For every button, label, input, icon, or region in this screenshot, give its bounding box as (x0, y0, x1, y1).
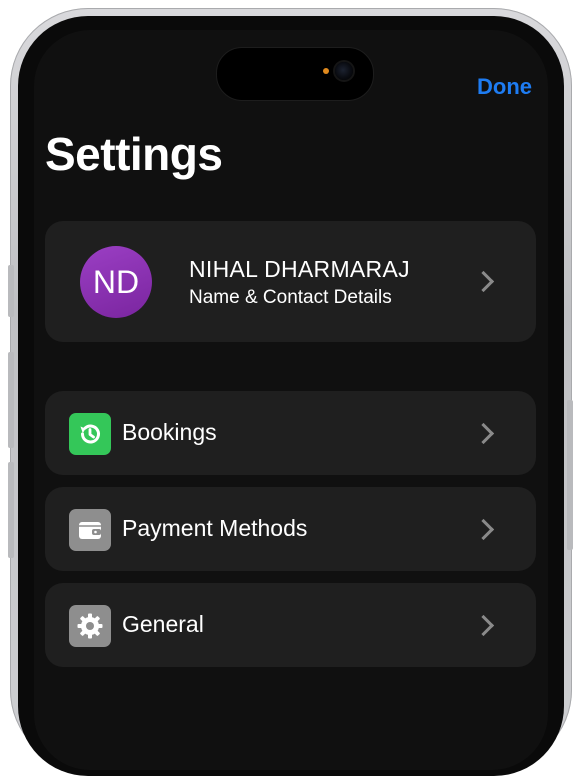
volume-up-button (8, 352, 14, 448)
privacy-indicator-dot (323, 68, 329, 74)
profile-name: NIHAL DHARMARAJ (189, 256, 410, 282)
menu-item-label: General (122, 611, 204, 637)
avatar: ND (80, 246, 152, 318)
chevron-right-icon (472, 518, 495, 541)
menu-item-label: Payment Methods (122, 515, 308, 541)
gear-icon (69, 605, 111, 647)
screen: Done Settings ND NIHAL DHARMARAJ Name & … (34, 30, 548, 770)
dynamic-island (216, 47, 374, 101)
profile-card[interactable]: ND NIHAL DHARMARAJ Name & Contact Detail… (45, 221, 536, 342)
chevron-right-icon (472, 614, 495, 637)
menu-item-payment-methods[interactable]: Payment Methods (45, 487, 536, 571)
page-title: Settings (45, 128, 223, 180)
volume-down-button (8, 462, 14, 558)
action-button (8, 265, 14, 317)
menu-item-bookings[interactable]: Bookings (45, 391, 536, 475)
wallet-icon (69, 509, 111, 551)
chevron-right-icon (472, 270, 495, 293)
menu-item-label: Bookings (122, 419, 217, 445)
menu-item-general[interactable]: General (45, 583, 536, 667)
power-button (567, 400, 573, 550)
profile-subtitle: Name & Contact Details (189, 287, 392, 308)
chevron-right-icon (472, 422, 495, 445)
done-button[interactable]: Done (477, 74, 532, 100)
history-icon (69, 413, 111, 455)
avatar-initials: ND (92, 263, 140, 300)
front-camera (335, 62, 353, 80)
